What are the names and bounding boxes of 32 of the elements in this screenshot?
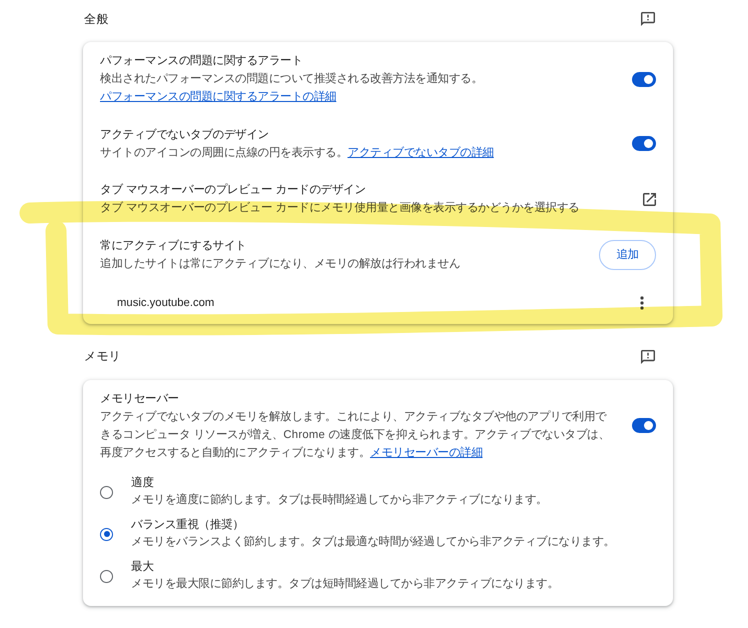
radio-button[interactable] (100, 570, 113, 582)
option-title: 適度 (131, 475, 154, 491)
toggle-switch[interactable] (632, 136, 656, 151)
option-description: メモリをバランスよく節約します。タブは最適な時間が経過してから非アクティブになります。 (131, 534, 615, 550)
setting-title: タブ マウスオーバーのプレビュー カードのデザイン (100, 182, 367, 198)
section-title: 全般 (84, 10, 108, 28)
kebab-menu-icon[interactable] (640, 296, 644, 310)
add-button[interactable]: 追加 (599, 240, 656, 270)
radio-button[interactable] (100, 486, 113, 498)
learn-more-link[interactable]: メモリセーバーの詳細 (370, 446, 482, 458)
setting-description: アクティブでないタブのメモリを解放します。これにより、アクティブなタブや他のアプリで利用できるコンピュータ リソースが増え、Chrome の速度低下を抑えられます。アクティブでないタブは、再度アクセスすると自動的にアクティブになります。メモリセーバーの詳細 (100, 409, 611, 460)
toggle-switch[interactable] (632, 72, 656, 86)
option-description: メモリを適度に節約します。タブは長時間経過してから非アクティブになります。 (131, 492, 548, 508)
setting-title: メモリセーバー (100, 392, 180, 406)
learn-more-link[interactable]: パフォーマンスの問題に関するアラートの詳細 (100, 91, 336, 103)
option-title: 最大 (131, 560, 154, 575)
setting-title: パフォーマンスの問題に関するアラート (100, 54, 304, 69)
site-name: music.youtube.com (117, 296, 214, 309)
setting-description: サイトのアイコンの周囲に点線の円を表示する。アクティブでないタブの詳細 (100, 146, 495, 160)
section-title: メモリ (84, 348, 121, 365)
speech-bubble-icon[interactable] (641, 12, 655, 26)
setting-description: 追加したサイトは常にアクティブになり、メモリの解放は行われません (100, 256, 461, 272)
setting-title: 常にアクティブにするサイト (100, 238, 248, 254)
toggle-switch[interactable] (632, 418, 656, 433)
option-description: メモリを最大限に節約します。タブは短時間経過してから非アクティブになります。 (131, 576, 558, 592)
setting-description: 検出されたパフォーマンスの問題について推奨される改善方法を通知する。 パフォーマンスの問題に関するアラートの詳細 (100, 71, 484, 105)
speech-bubble-icon[interactable] (641, 350, 655, 364)
learn-more-link[interactable]: アクティブでないタブの詳細 (348, 146, 494, 158)
setting-title: アクティブでないタブのデザイン (100, 128, 270, 142)
radio-button[interactable] (100, 528, 113, 540)
option-title: バランス重視（推奨） (131, 518, 244, 533)
external-link-icon[interactable] (643, 192, 656, 206)
